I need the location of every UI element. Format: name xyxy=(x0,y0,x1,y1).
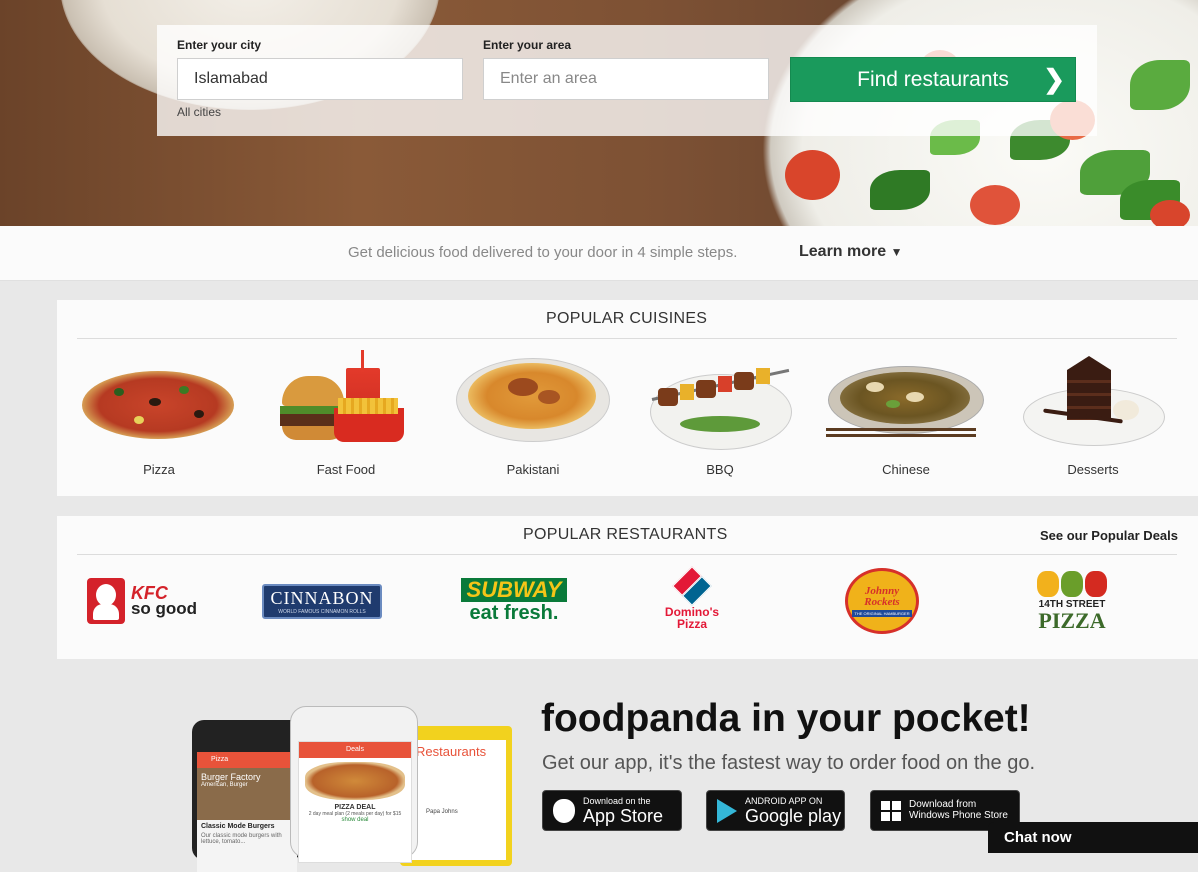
app-store-button[interactable]: Download on the App Store xyxy=(542,790,682,831)
popular-restaurants-title: POPULAR RESTAURANTS xyxy=(523,526,728,543)
store-small-label: Download on the xyxy=(583,795,651,806)
cuisine-label: Fast Food xyxy=(316,462,376,477)
store-big-label: Google play xyxy=(745,805,842,826)
restaurant-logo-cinnabon[interactable]: CINNABON WORLD FAMOUS CINNAMON ROLLS xyxy=(262,566,382,636)
cuisine-label: Pakistani xyxy=(506,462,560,477)
restaurant-search-form: Enter your city All cities Enter your ar… xyxy=(157,25,1097,136)
phone-screen-header: Pizza xyxy=(197,752,297,768)
google-play-button[interactable]: ANDROID APP ON Google play xyxy=(706,790,845,831)
cinnabon-logo-text: CINNABON xyxy=(270,587,374,608)
city-input[interactable] xyxy=(177,58,463,100)
subway-logo-text: SUBWAY xyxy=(460,578,568,602)
desserts-cake-image xyxy=(1013,348,1173,448)
14th-street-tagline: PIZZA xyxy=(1038,607,1106,633)
popular-cuisines-panel: POPULAR CUISINES Pizza Fast Food Pakista… xyxy=(57,300,1198,496)
store-small-label: ANDROID APP ON xyxy=(745,795,823,806)
cuisine-label: Chinese xyxy=(882,462,930,477)
johnny-rockets-tagline: THE ORIGINAL HAMBURGER xyxy=(852,609,912,617)
phone-screen-item-sub: American, Burger xyxy=(201,782,248,788)
popular-deals-link[interactable]: See our Popular Deals xyxy=(1040,528,1178,543)
area-input[interactable] xyxy=(483,58,769,100)
phone-screen-deal: PIZZA DEAL xyxy=(334,804,376,811)
app-promo-title: foodpanda in your pocket! xyxy=(541,697,1031,740)
caret-down-icon: ▼ xyxy=(890,245,903,259)
bbq-skewers-image xyxy=(640,348,800,450)
tomato xyxy=(1150,200,1190,226)
steps-bar: Get delicious food delivered to your doo… xyxy=(0,226,1198,281)
cuisine-chinese[interactable]: Chinese xyxy=(826,348,986,477)
android-phone: Pizza Burger Factory American, Burger Cl… xyxy=(192,720,302,872)
learn-more-label: Learn more xyxy=(799,243,887,260)
restaurant-logo-14th-street-pizza[interactable]: 14TH STREET PIZZA xyxy=(1022,566,1122,636)
restaurant-logo-subway[interactable]: SUBWAY eat fresh. xyxy=(449,566,579,636)
store-small-label: Download from xyxy=(909,798,977,810)
cuisine-desserts[interactable]: Desserts xyxy=(1013,348,1173,477)
tomato xyxy=(785,150,840,200)
chat-now-button[interactable]: Chat now xyxy=(988,822,1198,853)
popular-restaurants-panel: POPULAR RESTAURANTS See our Popular Deal… xyxy=(57,516,1198,659)
dominos-tile-icon xyxy=(672,566,712,606)
chat-now-label: Chat now xyxy=(1004,829,1072,846)
app-promo-subtitle: Get our app, it's the fastest way to ord… xyxy=(542,752,1035,774)
store-big-label: Windows Phone Store xyxy=(909,809,1008,821)
apple-icon xyxy=(553,798,575,823)
chevron-right-icon: ❯ xyxy=(1043,64,1065,94)
restaurant-logo-kfc[interactable]: KFC so good xyxy=(77,566,207,636)
steps-text: Get delicious food delivered to your doo… xyxy=(348,244,738,261)
cinnabon-tagline: WORLD FAMOUS CINNAMON ROLLS xyxy=(278,608,366,615)
all-cities-link[interactable]: All cities xyxy=(177,105,221,119)
salad-leaf xyxy=(1130,60,1190,110)
iphone: Deals PIZZA DEAL 2 day meal plan (2 meal… xyxy=(290,706,418,863)
phone-screen-link: show deal xyxy=(341,817,369,823)
hero-banner: Enter your city All cities Enter your ar… xyxy=(0,0,1198,226)
peppers-icon xyxy=(1037,570,1107,597)
windows-icon xyxy=(881,800,901,821)
salad-leaf xyxy=(870,170,930,210)
phone-screen-item-sub: Our classic mode burgers with lettuce, t… xyxy=(201,833,282,845)
restaurant-logo-dominos[interactable]: Domino's Pizza xyxy=(647,566,737,636)
phone-screen-item: Papa Johns xyxy=(426,809,458,815)
cuisine-label: Pizza xyxy=(143,462,175,477)
phone-screen-header: Restaurants xyxy=(416,744,487,759)
google-play-icon xyxy=(717,798,737,823)
find-restaurants-label: Find restaurants xyxy=(857,68,1009,91)
phone-screen-item: Classic Mode Burgers xyxy=(201,823,275,830)
pakistani-biryani-image xyxy=(453,348,613,448)
learn-more-link[interactable]: Learn more ▼ xyxy=(799,243,902,261)
phone-screen-header: Deals xyxy=(299,742,411,758)
cuisine-pizza[interactable]: Pizza xyxy=(79,348,239,477)
tomato xyxy=(970,185,1020,225)
cuisine-label: Desserts xyxy=(1067,462,1119,477)
cuisine-bbq[interactable]: BBQ xyxy=(640,348,800,477)
popular-cuisines-title: POPULAR CUISINES xyxy=(546,310,708,327)
cuisine-label: BBQ xyxy=(706,462,734,477)
cuisine-fast-food[interactable]: Fast Food xyxy=(266,348,426,477)
dominos-tagline: Pizza xyxy=(676,617,707,631)
restaurant-logo-johnny-rockets[interactable]: Johnny Rockets THE ORIGINAL HAMBURGER xyxy=(842,566,922,636)
chinese-dish-image xyxy=(826,348,986,448)
fast-food-image xyxy=(266,348,426,448)
pizza-image xyxy=(79,348,239,448)
divider xyxy=(77,554,1177,555)
store-big-label: App Store xyxy=(583,805,664,826)
area-label: Enter your area xyxy=(483,38,572,52)
subway-tagline: eat fresh. xyxy=(469,602,559,624)
colonel-icon xyxy=(86,578,125,624)
cuisine-pakistani[interactable]: Pakistani xyxy=(453,348,613,477)
divider xyxy=(77,338,1177,339)
city-label: Enter your city xyxy=(177,38,262,52)
kfc-tagline: so good xyxy=(130,599,198,618)
find-restaurants-button[interactable]: Find restaurants ❯ xyxy=(790,57,1076,102)
phone-screen-item: Burger Factory xyxy=(201,772,261,782)
johnny-rockets-logo-text: Johnny Rockets xyxy=(864,584,900,608)
